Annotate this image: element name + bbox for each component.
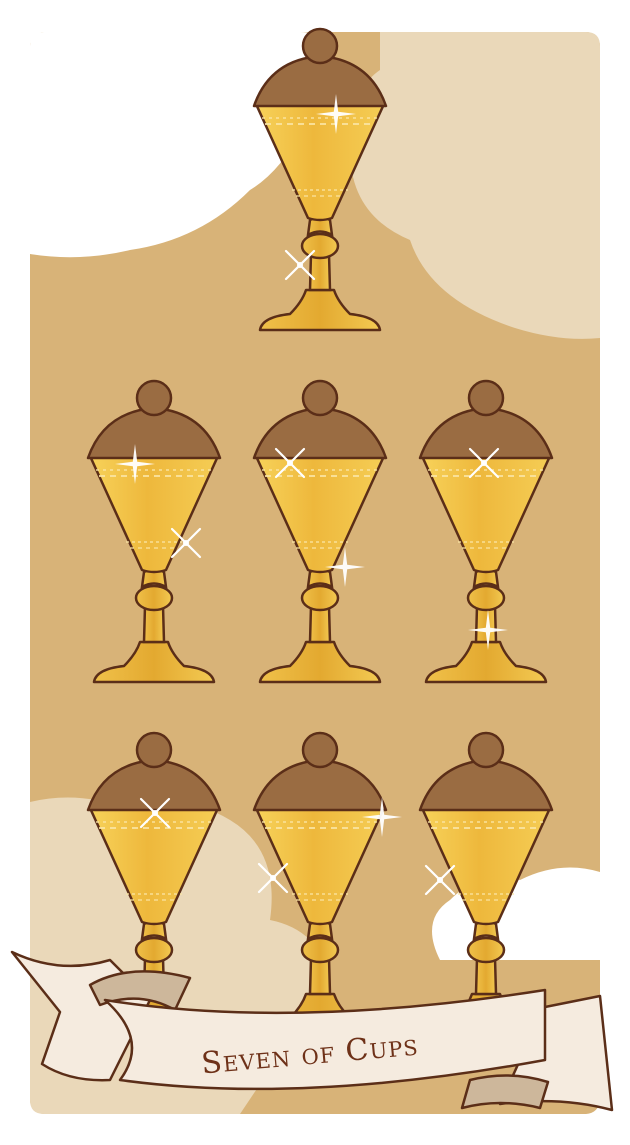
- tarot-card: Seven of Cups: [10, 27, 630, 1145]
